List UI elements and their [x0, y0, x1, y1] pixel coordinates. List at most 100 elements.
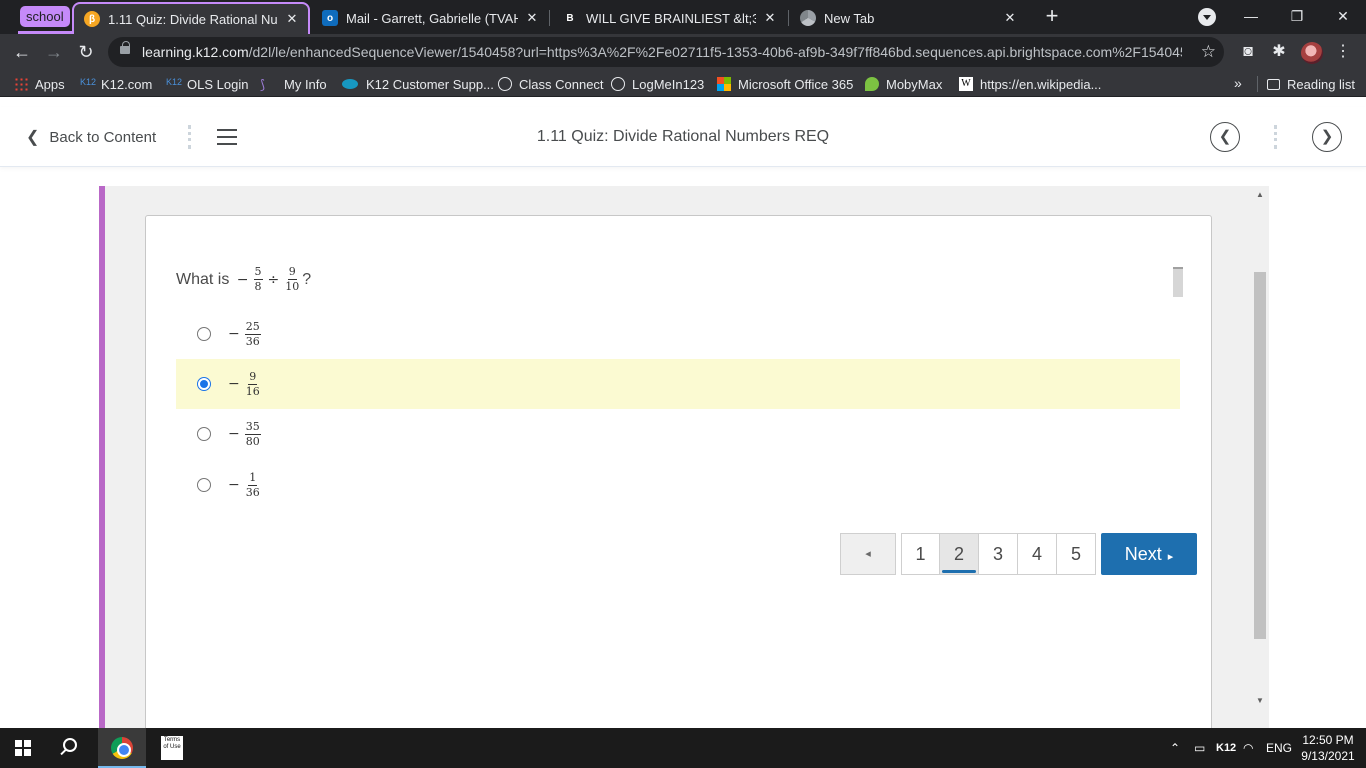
url-text[interactable]: learning.k12.com/d2l/le/enhancedSequence…: [142, 37, 1182, 67]
tab-separator: [788, 10, 789, 26]
pocket-extension-icon[interactable]: ◙: [1238, 42, 1258, 62]
terms-of-use-icon: Terms of Use: [161, 736, 183, 760]
header-divider: [1274, 125, 1277, 149]
reload-icon[interactable]: ↻: [73, 39, 99, 65]
minimize-icon[interactable]: —: [1228, 0, 1274, 32]
bookmark-k12[interactable]: K12 K12.com: [80, 71, 152, 97]
bookmark-label: https://en.wikipedia...: [980, 76, 1102, 92]
bookmark-office-365[interactable]: Microsoft Office 365: [717, 71, 853, 97]
page-button-3[interactable]: 3: [979, 533, 1018, 575]
lock-icon[interactable]: [120, 41, 130, 54]
page-button-1[interactable]: 1: [901, 533, 940, 575]
tab-quiz[interactable]: β 1.11 Quiz: Divide Rational Numb ✕: [72, 2, 310, 34]
bookmark-customer-support[interactable]: K12 Customer Supp...: [342, 71, 494, 97]
bookmark-my-info[interactable]: ⟆ My Info: [260, 71, 327, 97]
windows-start-icon[interactable]: [15, 740, 31, 756]
radio-button-selected[interactable]: [197, 377, 211, 391]
answer-option-3[interactable]: − 35 80: [176, 409, 1180, 459]
radio-button[interactable]: [197, 327, 211, 341]
taskbar-search-icon[interactable]: [63, 738, 77, 752]
bookmark-label: Microsoft Office 365: [738, 76, 854, 92]
scroll-down-icon[interactable]: ▼: [1256, 696, 1264, 705]
reading-list-icon: [1267, 78, 1280, 90]
bookmark-label: My Info: [284, 76, 327, 92]
radio-button[interactable]: [197, 478, 211, 492]
new-tab-button[interactable]: +: [1040, 4, 1064, 28]
bookmark-apps[interactable]: Apps: [14, 71, 65, 97]
tab-brainly[interactable]: B WILL GIVE BRAINLIEST &lt;3 Wha ✕: [552, 2, 786, 34]
bookmark-mobymax[interactable]: MobyMax: [865, 71, 942, 97]
tab-title: New Tab: [824, 10, 875, 26]
tab-new-tab[interactable]: New Tab ✕: [790, 2, 1026, 34]
content-scrollbar[interactable]: ▲ ▼: [1252, 186, 1268, 709]
address-bar[interactable]: learning.k12.com/d2l/le/enhancedSequence…: [108, 37, 1224, 67]
taskbar-chrome[interactable]: [98, 728, 146, 768]
k12-icon: K12: [166, 77, 183, 87]
close-icon[interactable]: ✕: [1002, 10, 1018, 26]
salesforce-cloud-icon: [342, 79, 358, 89]
answer-value: − 25 36: [225, 309, 263, 359]
taskbar-terms-of-use[interactable]: Terms of Use: [147, 728, 195, 768]
minus-sign: −: [228, 376, 240, 392]
tab-search-icon[interactable]: [1198, 8, 1216, 26]
tray-k12[interactable]: K12: [1216, 728, 1236, 768]
answer-option-1[interactable]: − 25 36: [176, 309, 1180, 359]
reading-list-button[interactable]: Reading list: [1267, 71, 1355, 97]
taskbar-clock[interactable]: 12:50 PM 9/13/2021: [1296, 732, 1360, 764]
next-topic-button[interactable]: ❯: [1312, 122, 1342, 152]
tab-mail[interactable]: o Mail - Garrett, Gabrielle (TVAH St ✕: [312, 2, 548, 34]
radio-button[interactable]: [197, 427, 211, 441]
tab-title: WILL GIVE BRAINLIEST &lt;3 Wha: [586, 10, 756, 26]
restore-icon[interactable]: ❐: [1274, 0, 1320, 32]
answer-value: − 35 80: [225, 409, 263, 459]
bookmark-star-icon[interactable]: ☆: [1201, 42, 1216, 62]
extensions-puzzle-icon[interactable]: ✱: [1269, 42, 1289, 62]
answer-option-4[interactable]: − 1 36: [176, 460, 1180, 510]
globe-icon: [498, 77, 512, 91]
numerator: 9: [248, 369, 258, 385]
bookmark-label: Apps: [35, 76, 65, 92]
tab-group-chip[interactable]: school: [20, 6, 70, 27]
scrollbar-thumb[interactable]: [1254, 272, 1266, 639]
tab-separator: [549, 10, 550, 26]
scroll-up-icon[interactable]: ▲: [1256, 190, 1264, 199]
close-icon[interactable]: ✕: [762, 10, 778, 26]
play-arrow-icon: ▸: [1167, 551, 1174, 563]
tray-chevron-up-icon[interactable]: ⌃: [1170, 728, 1180, 768]
question-suffix: ?: [302, 270, 312, 288]
bookmark-class-connect[interactable]: Class Connect: [498, 71, 604, 97]
bookmark-logmein[interactable]: LogMeIn123: [611, 71, 704, 97]
page-button-2-current[interactable]: 2: [940, 533, 979, 575]
battery-icon[interactable]: ▭: [1194, 728, 1205, 768]
page-button-4[interactable]: 4: [1018, 533, 1057, 575]
bookmarks-overflow-icon[interactable]: »: [1234, 75, 1242, 91]
chrome-menu-icon[interactable]: ⋮: [1333, 42, 1353, 62]
previous-topic-button[interactable]: ❮: [1210, 122, 1240, 152]
tab-title: 1.11 Quiz: Divide Rational Numb: [108, 11, 278, 27]
bookmark-wikipedia[interactable]: W https://en.wikipedia...: [959, 71, 1101, 97]
k12-icon: β: [84, 11, 100, 27]
bookmarks-separator: [1257, 76, 1258, 92]
back-arrow-icon[interactable]: ←: [9, 39, 35, 65]
inner-scrollbar[interactable]: [1173, 267, 1183, 297]
bookmark-label: K12.com: [101, 76, 153, 92]
page-title: 1.11 Quiz: Divide Rational Numbers REQ: [536, 128, 830, 145]
bookmark-label: MobyMax: [886, 76, 943, 92]
myinfo-icon: ⟆: [260, 77, 266, 92]
forward-arrow-icon[interactable]: →: [41, 39, 67, 65]
window-close-icon[interactable]: ✕: [1320, 0, 1366, 32]
reading-list-label: Reading list: [1287, 76, 1355, 92]
url-path: /d2l/le/enhancedSequenceViewer/1540458?u…: [248, 44, 1182, 60]
close-icon[interactable]: ✕: [524, 10, 540, 26]
page-button-5[interactable]: 5: [1057, 533, 1096, 575]
bookmark-ols-login[interactable]: K12 OLS Login: [166, 71, 248, 97]
language-indicator[interactable]: ENG: [1266, 728, 1292, 768]
chrome-icon: [111, 737, 133, 759]
next-question-button[interactable]: Next ▸: [1101, 533, 1197, 575]
close-icon[interactable]: ✕: [284, 11, 300, 27]
k12-icon: K12: [80, 77, 97, 87]
wifi-icon[interactable]: ◠: [1243, 728, 1253, 768]
previous-question-button[interactable]: ◂: [840, 533, 896, 575]
answer-option-2[interactable]: − 9 16: [176, 359, 1180, 409]
profile-avatar[interactable]: [1301, 42, 1323, 64]
